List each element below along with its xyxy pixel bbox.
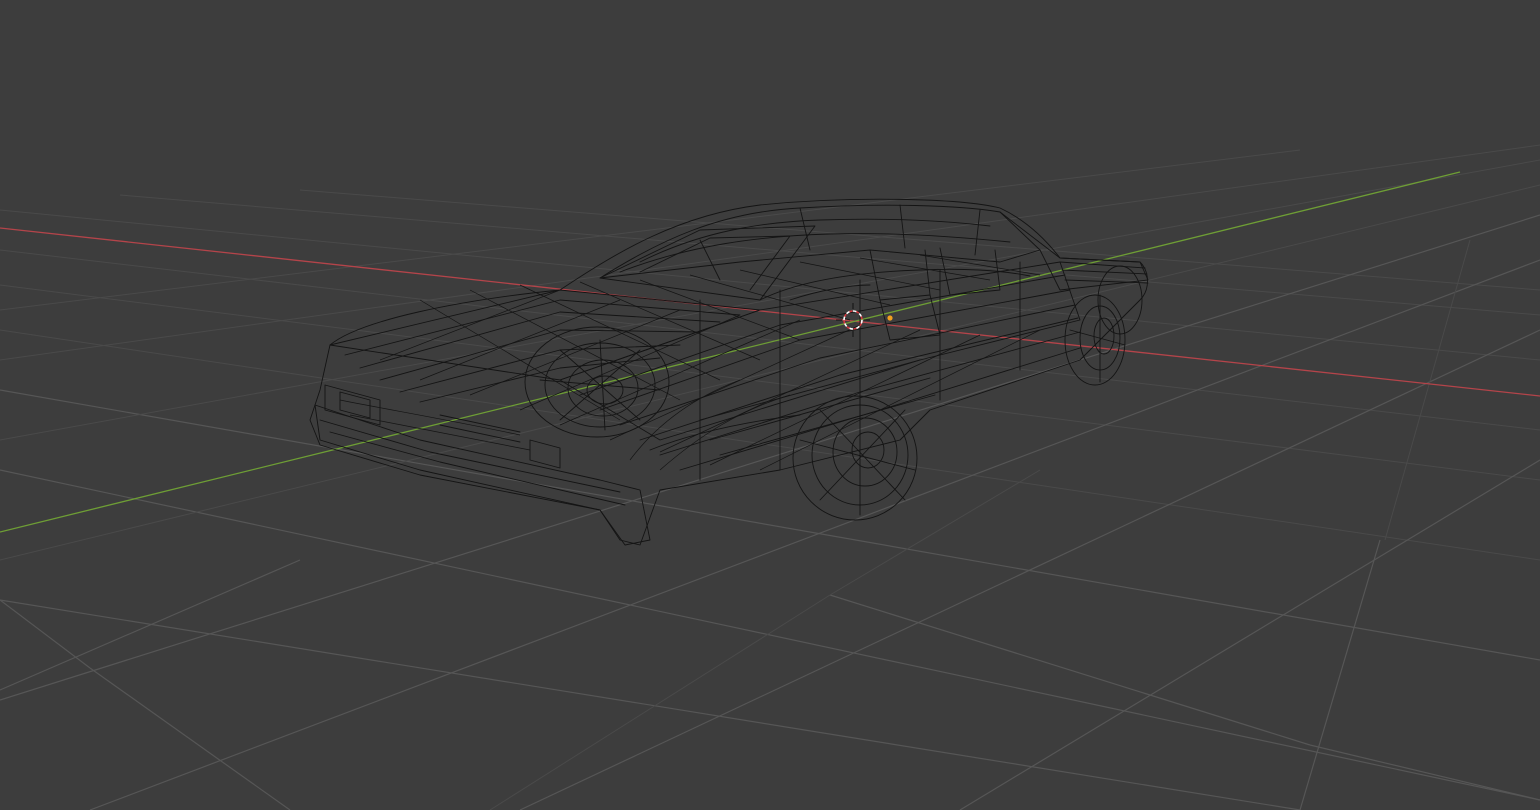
origin-point-icon[interactable] bbox=[887, 315, 893, 321]
floor-grid bbox=[0, 144, 1540, 810]
3d-cursor-icon[interactable] bbox=[836, 303, 870, 337]
x-axis-line bbox=[0, 227, 1540, 397]
viewport-canvas[interactable] bbox=[0, 0, 1540, 810]
car-wireframe[interactable] bbox=[309, 198, 1149, 546]
3d-viewport[interactable] bbox=[0, 0, 1540, 810]
axis-lines bbox=[0, 171, 1540, 533]
